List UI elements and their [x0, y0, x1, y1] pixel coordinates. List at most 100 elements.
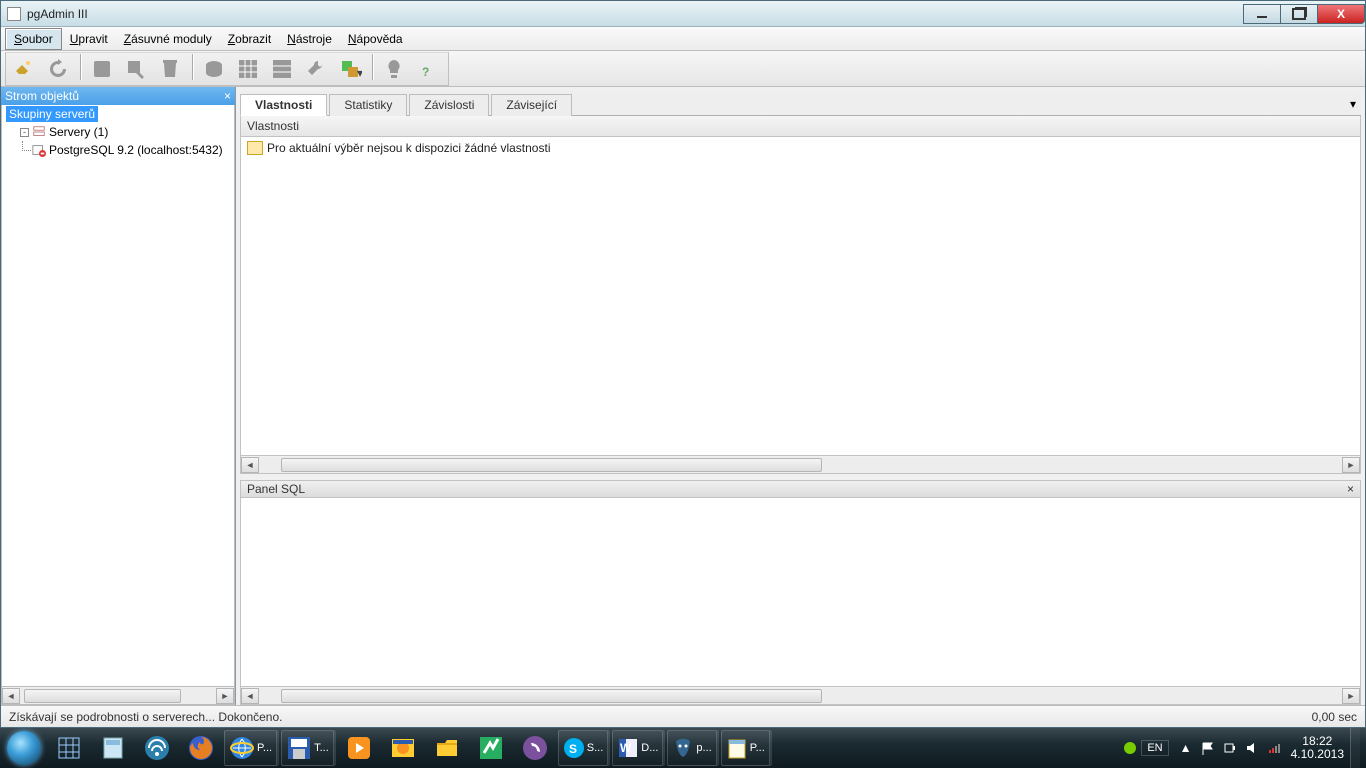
menu-zásuvné moduly[interactable]: Zásuvné moduly [116, 28, 220, 50]
tab-závisející[interactable]: Závisející [491, 94, 572, 116]
scroll-left-icon[interactable]: ◄ [241, 457, 259, 473]
tray-flag-icon[interactable] [1200, 740, 1216, 756]
taskbar-save[interactable]: T... [281, 730, 334, 766]
server-label: PostgreSQL 9.2 (localhost:5432) [49, 143, 223, 157]
close-button[interactable]: X [1317, 4, 1365, 24]
taskbar-viber[interactable] [514, 730, 556, 766]
task-label: p... [696, 742, 711, 754]
sql-close-icon[interactable]: × [1347, 482, 1354, 496]
tree-title-label: Strom objektů [5, 89, 79, 103]
tab-statistiky[interactable]: Statistiky [329, 94, 407, 116]
grid1-icon[interactable] [232, 54, 264, 84]
start-button[interactable] [0, 728, 48, 768]
tree-server-item[interactable]: PostgreSQL 9.2 (localhost:5432) [2, 141, 234, 159]
menu-upravit[interactable]: Upravit [62, 28, 116, 50]
tray-skype-icon[interactable] [1122, 740, 1138, 756]
sql-body[interactable] [240, 498, 1361, 687]
taskbar-word[interactable]: W D... [612, 730, 663, 766]
props-hscroll[interactable]: ◄ ► [240, 456, 1361, 474]
tree-servers[interactable]: - Servery (1) [2, 123, 234, 141]
scroll-left-icon[interactable]: ◄ [2, 688, 20, 704]
tab-vlastnosti[interactable]: Vlastnosti [240, 94, 327, 116]
minimize-button[interactable] [1243, 4, 1281, 24]
tree-root[interactable]: Skupiny serverů [2, 105, 234, 123]
show-desktop[interactable] [1350, 728, 1360, 768]
scroll-thumb[interactable] [281, 458, 823, 472]
taskbar-skype[interactable]: S S... [558, 730, 609, 766]
taskbar-explorer[interactable] [426, 730, 468, 766]
menu-nápověda[interactable]: Nápověda [340, 28, 411, 50]
scroll-thumb[interactable] [281, 689, 823, 703]
sql-title-label: Panel SQL [247, 482, 305, 496]
system-tray[interactable]: EN ▲ 18:22 4.10.2013 [1119, 728, 1366, 768]
tray-network-icon[interactable] [1266, 740, 1282, 756]
pin-firefox-icon[interactable] [180, 730, 222, 766]
sql-panel-title[interactable]: Panel SQL × [240, 480, 1361, 498]
wrench-icon[interactable] [300, 54, 332, 84]
tabs-more-icon[interactable]: ▾ [1345, 93, 1361, 115]
titlebar[interactable]: pgAdmin III X [1, 1, 1365, 27]
scroll-right-icon[interactable]: ► [1342, 457, 1360, 473]
tray-volume-icon[interactable] [1244, 740, 1260, 756]
task-label: P... [750, 742, 765, 754]
language-indicator[interactable]: EN [1141, 740, 1168, 756]
statusbar: Získávají se podrobnosti o serverech... … [1, 705, 1365, 727]
hint-icon[interactable] [378, 54, 410, 84]
properties-body: Pro aktuální výběr nejsou k dispozici žá… [240, 137, 1361, 456]
taskbar-outlook[interactable] [382, 730, 424, 766]
expander-icon[interactable]: - [20, 128, 29, 137]
properties-header: Vlastnosti [240, 116, 1361, 137]
scroll-left-icon[interactable]: ◄ [241, 688, 259, 704]
scroll-right-icon[interactable]: ► [1342, 688, 1360, 704]
task-label: P... [257, 742, 272, 754]
tree-hscroll[interactable]: ◄ ► [1, 687, 235, 705]
pin-calc-icon[interactable] [92, 730, 134, 766]
status-message: Získávají se podrobnosti o serverech... … [9, 710, 282, 724]
taskbar-media[interactable] [338, 730, 380, 766]
menu-nástroje[interactable]: Nástroje [279, 28, 340, 50]
toolbar: ▾ ? [1, 51, 1365, 87]
delete-icon[interactable] [154, 54, 186, 84]
grid2-icon[interactable] [266, 54, 298, 84]
sql-icon[interactable] [198, 54, 230, 84]
pin-wifi-icon[interactable] [136, 730, 178, 766]
plugin-icon[interactable]: ▾ [334, 54, 366, 84]
object-tree[interactable]: Skupiny serverů - Servery (1) PostgreSQL… [1, 105, 235, 687]
sql-hscroll[interactable]: ◄ ► [240, 687, 1361, 705]
taskbar-pgadmin[interactable]: p... [667, 730, 716, 766]
taskbar-notepad[interactable]: P... [721, 730, 770, 766]
servers-label: Servery (1) [49, 125, 108, 139]
task-label: S... [587, 742, 604, 754]
tree-close-icon[interactable]: × [224, 89, 231, 103]
clock[interactable]: 18:22 4.10.2013 [1291, 735, 1344, 761]
svg-text:S: S [569, 742, 577, 756]
svg-text:W: W [620, 741, 632, 755]
tree-pane-title[interactable]: Strom objektů × [1, 87, 235, 105]
empty-message: Pro aktuální výběr nejsou k dispozici žá… [267, 141, 550, 155]
taskbar-ie[interactable]: P... [224, 730, 277, 766]
refresh-icon[interactable] [42, 54, 74, 84]
tabstrip: VlastnostiStatistikyZávislostiZávisející… [240, 91, 1361, 116]
tray-battery-icon[interactable] [1222, 740, 1238, 756]
connect-icon[interactable] [8, 54, 40, 84]
tab-závislosti[interactable]: Závislosti [409, 94, 489, 116]
svg-text:▾: ▾ [357, 66, 362, 80]
info-icon [247, 141, 263, 155]
scroll-right-icon[interactable]: ► [216, 688, 234, 704]
clock-date: 4.10.2013 [1291, 748, 1344, 761]
scroll-thumb[interactable] [24, 689, 181, 703]
window-title: pgAdmin III [27, 7, 88, 21]
help-icon[interactable]: ? [412, 54, 444, 84]
menu-soubor[interactable]: Soubor [5, 28, 62, 50]
pin-grid-icon[interactable] [48, 730, 90, 766]
app-icon [7, 7, 21, 21]
menu-zobrazit[interactable]: Zobrazit [220, 28, 279, 50]
task-label: D... [641, 742, 658, 754]
tray-up-icon[interactable]: ▲ [1178, 740, 1194, 756]
taskbar-check[interactable] [470, 730, 512, 766]
menubar: SouborUpravitZásuvné modulyZobrazitNástr… [1, 27, 1365, 51]
properties-icon[interactable] [86, 54, 118, 84]
maximize-button[interactable] [1280, 4, 1318, 24]
taskbar[interactable]: P... T... S S... W D... p... P... EN ▲ 18:… [0, 728, 1366, 768]
create-icon[interactable] [120, 54, 152, 84]
